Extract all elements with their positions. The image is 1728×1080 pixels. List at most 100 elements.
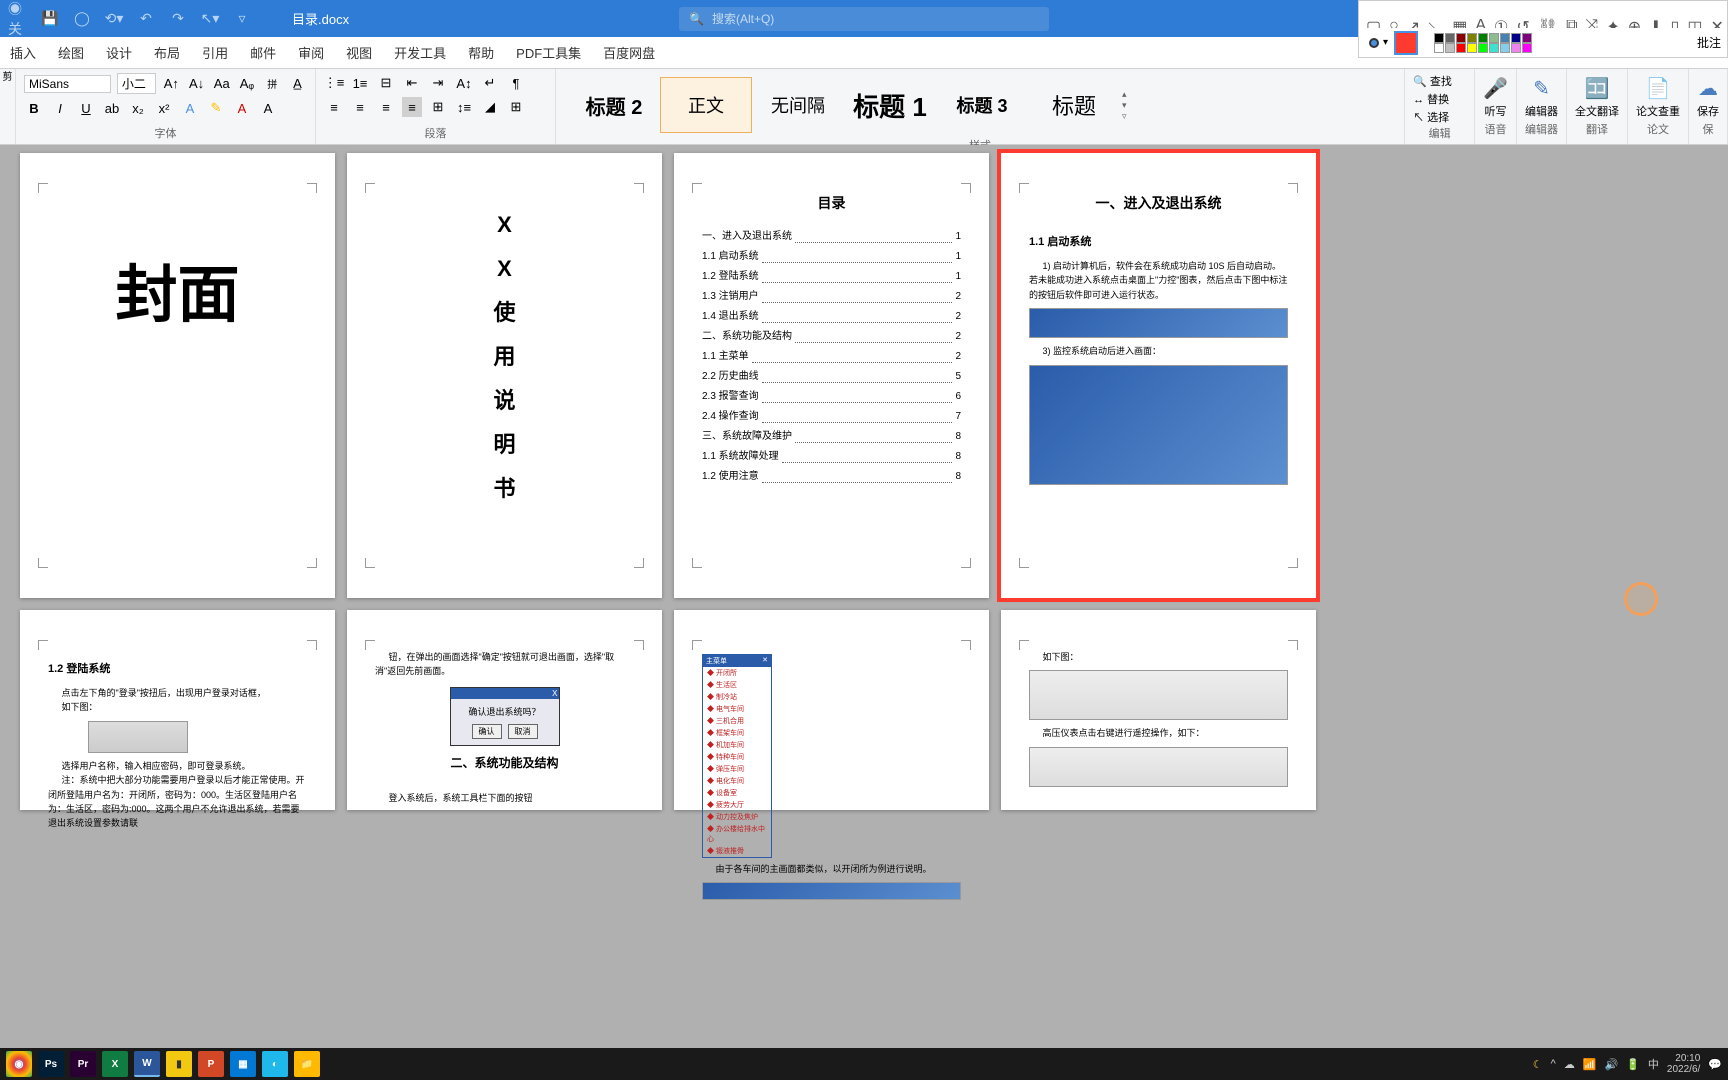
explorer-icon[interactable]: 📁	[294, 1051, 320, 1077]
page-login[interactable]: 1.2 登陆系统 点击左下角的"登录"按扭后，出现用户登录对话框， 如下图： 选…	[20, 610, 335, 810]
page-cover[interactable]: 封面	[20, 153, 335, 598]
weather-icon[interactable]: ☾	[1533, 1058, 1543, 1071]
app2-icon[interactable]: ◐	[262, 1051, 288, 1077]
excel-icon[interactable]: X	[102, 1051, 128, 1077]
save-icon[interactable]: 💾	[40, 9, 60, 29]
align-center-icon[interactable]: ≡	[350, 97, 370, 117]
text-effect-icon[interactable]: A	[180, 98, 200, 118]
tab-help[interactable]: 帮助	[468, 43, 494, 62]
voice-group[interactable]: 🎤 听写 语音	[1475, 69, 1517, 144]
page-remote[interactable]: 如下图： 高压仪表点击右键进行遥控操作，如下：	[1001, 610, 1316, 810]
taskbar-clock[interactable]: 20:10 2022/6/	[1667, 1053, 1700, 1075]
chrome-icon[interactable]: ◉	[6, 1051, 32, 1077]
grow-font-icon[interactable]: A↑	[162, 74, 181, 94]
tab-devtools[interactable]: 开发工具	[394, 43, 446, 62]
document-name[interactable]: 目录.docx	[292, 9, 349, 28]
font-name-select[interactable]: MiSans	[24, 75, 111, 93]
page-section1[interactable]: 一、进入及退出系统 1.1 启动系统 1) 启动计算机后，软件会在系统成功启动 …	[1001, 153, 1316, 598]
translate-group[interactable]: 🈁 全文翻译 翻译	[1567, 69, 1628, 144]
sort-icon[interactable]: A↕	[454, 73, 474, 93]
indent-left-icon[interactable]: ⇤	[402, 73, 422, 93]
tray-up-icon[interactable]: ^	[1551, 1058, 1556, 1070]
align-left-icon[interactable]: ≡	[324, 97, 344, 117]
page-exit[interactable]: 钮，在弹出的画面选择"确定"按钮就可退出画面，选择"取消"返回先前画面。 X 确…	[347, 610, 662, 810]
indent-right-icon[interactable]: ⇥	[428, 73, 448, 93]
baidu-group[interactable]: ☁ 保存 保	[1689, 69, 1728, 144]
phonetic-icon[interactable]: 拼	[263, 74, 282, 94]
highlight-icon[interactable]: ✎	[206, 98, 226, 118]
tray-ime[interactable]: 中	[1648, 1056, 1659, 1072]
tab-references[interactable]: 引用	[202, 43, 228, 62]
tray-network-icon[interactable]: 📶	[1583, 1058, 1597, 1071]
shading-icon[interactable]: ◢	[480, 97, 500, 117]
styles-expand-icon[interactable]: ▴▾▿	[1120, 87, 1129, 124]
font-color-icon[interactable]: A	[232, 98, 252, 118]
page-title[interactable]: XX使用说明书	[347, 153, 662, 598]
style-heading2[interactable]: 标题 2	[568, 77, 660, 133]
select-button[interactable]: ↖ 选择	[1413, 109, 1466, 125]
premiere-icon[interactable]: Pr	[70, 1051, 96, 1077]
pen-dot-icon[interactable]	[1369, 38, 1379, 48]
justify-icon[interactable]: ≡	[402, 97, 422, 117]
pointer-icon[interactable]: ↖▾	[200, 9, 220, 29]
style-heading3[interactable]: 标题 3	[936, 77, 1028, 133]
tab-pdf[interactable]: PDF工具集	[516, 43, 581, 62]
tray-battery-icon[interactable]: 🔋	[1626, 1058, 1640, 1071]
tab-mail[interactable]: 邮件	[250, 43, 276, 62]
tab-review[interactable]: 审阅	[298, 43, 324, 62]
paper-group[interactable]: 📄 论文查重 论文	[1628, 69, 1689, 144]
font-size-select[interactable]: 小二	[117, 73, 156, 94]
sync-icon[interactable]: ⟲▾	[104, 9, 124, 29]
tray-cloud-icon[interactable]: ☁	[1564, 1058, 1575, 1071]
autosave-icon[interactable]: ◉关	[8, 9, 28, 29]
tab-view[interactable]: 视图	[346, 43, 372, 62]
change-case-icon[interactable]: Aa	[212, 74, 231, 94]
char-shade-icon[interactable]: A	[258, 98, 278, 118]
subscript-button[interactable]: x₂	[128, 98, 148, 118]
clear-format-icon[interactable]: Aᵩ	[237, 74, 256, 94]
document-canvas[interactable]: 封面 XX使用说明书 目录 一、进入及退出系统11.1 启动系统11.2 登陆系…	[0, 145, 1728, 1058]
tab-baidu[interactable]: 百度网盘	[603, 43, 655, 62]
char-border-icon[interactable]: A̲	[288, 74, 307, 94]
app-icon[interactable]: ▦	[230, 1051, 256, 1077]
photoshop-icon[interactable]: Ps	[38, 1051, 64, 1077]
color-palette[interactable]	[1434, 33, 1532, 53]
search-box[interactable]: 🔍 搜索(Alt+Q)	[679, 7, 1049, 31]
undo-icon[interactable]: ↶	[136, 9, 156, 29]
numbering-icon[interactable]: 1≡	[350, 73, 370, 93]
bold-button[interactable]: B	[24, 98, 44, 118]
powerbi-icon[interactable]: ▮	[166, 1051, 192, 1077]
align-right-icon[interactable]: ≡	[376, 97, 396, 117]
style-title[interactable]: 标题	[1028, 77, 1120, 133]
underline-button[interactable]: U	[76, 98, 96, 118]
page-menu[interactable]: 主菜单✕ ◆ 开闭所◆ 生活区◆ 制冷站◆ 电气车间◆ 三机合用◆ 框架车间◆ …	[674, 610, 989, 810]
redo-icon[interactable]: ↷	[168, 9, 188, 29]
style-normal[interactable]: 正文	[660, 77, 752, 133]
style-heading1[interactable]: 标题 1	[844, 77, 936, 133]
multilevel-icon[interactable]: ⊟	[376, 73, 396, 93]
tab-design[interactable]: 设计	[106, 43, 132, 62]
notification-icon[interactable]: 💬	[1708, 1058, 1722, 1071]
circle-icon[interactable]: ◯	[72, 9, 92, 29]
pizhu-button[interactable]: 批注	[1697, 34, 1721, 51]
tray-volume-icon[interactable]: 🔊	[1605, 1058, 1619, 1071]
strike-button[interactable]: ab	[102, 98, 122, 118]
word-icon[interactable]: W	[134, 1051, 160, 1077]
tab-layout[interactable]: 布局	[154, 43, 180, 62]
shrink-font-icon[interactable]: A↓	[187, 74, 206, 94]
tab-insert[interactable]: 插入	[10, 43, 36, 62]
italic-button[interactable]: I	[50, 98, 70, 118]
bullets-icon[interactable]: ⋮≡	[324, 73, 344, 93]
replace-button[interactable]: ↔ 替换	[1413, 91, 1466, 107]
tab-draw[interactable]: 绘图	[58, 43, 84, 62]
superscript-button[interactable]: x²	[154, 98, 174, 118]
borders-icon[interactable]: ⊞	[506, 97, 526, 117]
distribute-icon[interactable]: ⊞	[428, 97, 448, 117]
style-nospace[interactable]: 无间隔	[752, 77, 844, 133]
editor-group[interactable]: ✎ 编辑器 编辑器	[1517, 69, 1567, 144]
pilcrow-icon[interactable]: ¶	[506, 73, 526, 93]
page-toc[interactable]: 目录 一、进入及退出系统11.1 启动系统11.2 登陆系统11.3 注销用户2…	[674, 153, 989, 598]
show-marks-icon[interactable]: ↵	[480, 73, 500, 93]
selected-color[interactable]	[1394, 31, 1418, 55]
powerpoint-icon[interactable]: P	[198, 1051, 224, 1077]
